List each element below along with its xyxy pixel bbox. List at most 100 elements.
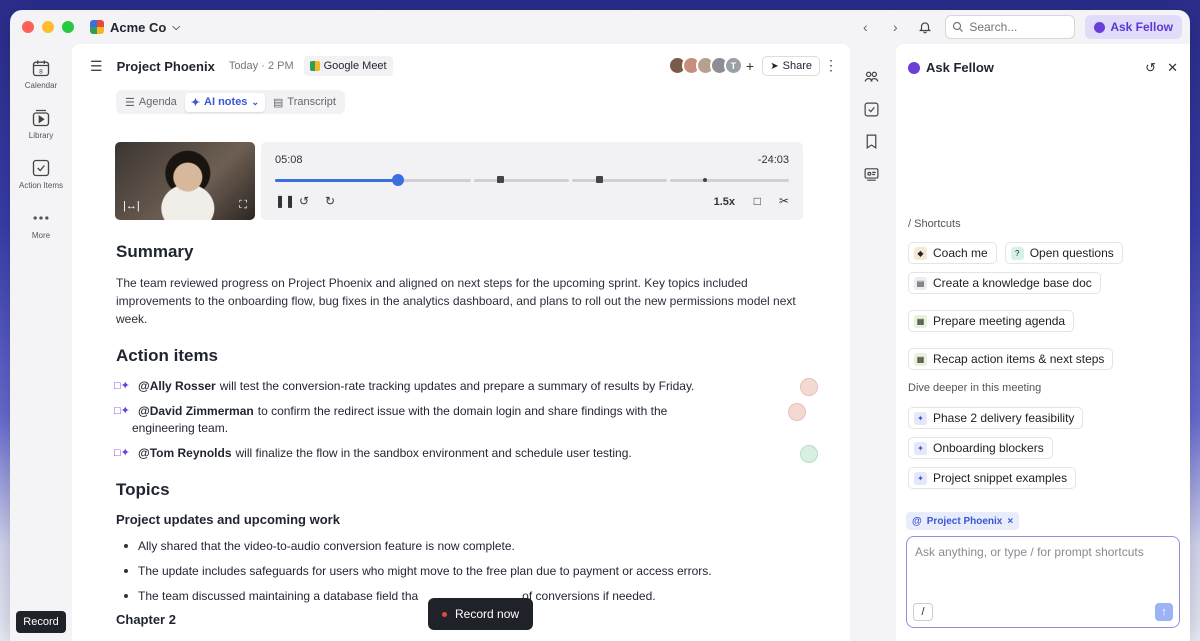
history-icon[interactable]: ↺	[1145, 60, 1156, 76]
ask-input[interactable]	[915, 545, 1173, 595]
workspace-name: Acme Co	[110, 19, 167, 35]
forward-arrow-icon[interactable]: ›	[885, 17, 905, 37]
topics-heading: Topics	[116, 480, 170, 499]
action-item[interactable]: □✦ @Tom Reynolds will finalize the flow i…	[114, 445, 818, 463]
tab-ai-notes[interactable]: ✦ AI notes ⌄	[184, 92, 265, 112]
transcript-icon: ▤	[272, 96, 284, 109]
svg-text:8: 8	[39, 68, 43, 75]
prompt-chip[interactable]: ✦ Project snippet examples	[908, 467, 1077, 489]
calendar-icon: 8	[32, 60, 50, 77]
action-item[interactable]: □✦ @David Zimmerman to confirm the redire…	[114, 403, 806, 437]
expand-horizontal-icon[interactable]: |↔|	[123, 200, 140, 212]
shortcut-knowledge-base-doc[interactable]: ▤ Create a knowledge base doc	[908, 272, 1101, 294]
shortcut-coach-me[interactable]: ◆ Coach me	[908, 242, 997, 264]
back-arrow-icon[interactable]: ‹	[855, 17, 875, 37]
record-now-label: Record now	[455, 607, 520, 621]
chapter-marker[interactable]	[703, 178, 707, 182]
context-chip[interactable]: @ Project Phoenix ×	[906, 512, 1020, 530]
workspace-switcher[interactable]: Acme Co ⌵	[90, 20, 180, 35]
playback-speed[interactable]: 1.5x	[714, 196, 735, 208]
ask-fellow-label: Ask Fellow	[1110, 20, 1173, 34]
ai-sparkle-icon: □✦	[114, 447, 130, 459]
tab-transcript[interactable]: ▤ Transcript	[267, 93, 342, 112]
add-attendee-icon[interactable]: +	[746, 58, 754, 74]
avatar[interactable]	[800, 445, 818, 463]
scissors-icon[interactable]: ✂	[779, 194, 789, 208]
at-icon: @	[912, 515, 922, 527]
assignee[interactable]: @Tom Reynolds	[138, 446, 232, 460]
assignee[interactable]: @David Zimmerman	[138, 404, 254, 418]
notes-body: Summary The team reviewed progress on Pr…	[114, 242, 818, 637]
avatar[interactable]	[800, 378, 818, 396]
prompt-chip[interactable]: ✦ Phase 2 delivery feasibility	[908, 407, 1084, 429]
action-item[interactable]: □✦ @Ally Rosser will test the conversion-…	[114, 378, 818, 396]
captions-icon[interactable]: □	[754, 194, 761, 208]
close-icon[interactable]: ✕	[1167, 60, 1178, 76]
seek-progress	[275, 179, 399, 182]
bell-icon[interactable]	[915, 17, 935, 37]
menu-icon[interactable]: ☰	[90, 58, 103, 75]
rail-label-library: Library	[28, 131, 54, 140]
rail-item-calendar[interactable]: 8 Calendar	[10, 58, 72, 90]
checkbox-icon[interactable]	[863, 101, 880, 118]
sparkle-icon: ✦	[914, 471, 927, 485]
share-button[interactable]: ➤ Share	[762, 56, 820, 76]
send-arrow-icon[interactable]: ↑	[1155, 603, 1173, 621]
seek-handle[interactable]	[392, 174, 405, 186]
seek-bar[interactable]	[275, 174, 789, 186]
shortcut-open-questions[interactable]: ? Open questions	[1004, 242, 1123, 264]
chip-label: Phase 2 delivery feasibility	[933, 411, 1075, 425]
comment-marker-icon[interactable]	[596, 176, 603, 183]
rewind-15-icon[interactable]: ↺	[299, 194, 309, 208]
forward-15-icon[interactable]: ↻	[325, 194, 335, 208]
current-time: 05:08	[275, 154, 303, 166]
meeting-title[interactable]: Project Phoenix	[117, 59, 215, 74]
users-icon[interactable]	[863, 68, 880, 85]
rail-label-action-items: Action Items	[18, 181, 63, 190]
fullscreen-icon[interactable]: ⛶	[239, 199, 247, 212]
chip-label: Create a knowledge base doc	[933, 276, 1092, 290]
record-now-button[interactable]: Record now	[428, 598, 534, 630]
avatar-initial[interactable]: T	[723, 56, 743, 75]
presentation-icon[interactable]	[863, 166, 880, 183]
assignee[interactable]: @Ally Rosser	[138, 379, 216, 393]
search-icon	[953, 21, 964, 32]
more-options-icon[interactable]: ⋮	[824, 57, 838, 74]
slash-shortcut-button[interactable]: /	[913, 603, 933, 621]
video-thumbnail[interactable]: |↔| ⛶	[115, 142, 255, 220]
calendar-icon: ▦	[914, 314, 927, 328]
rail-item-action-items[interactable]: Action Items	[10, 158, 72, 190]
rail-label-calendar: Calendar	[24, 81, 58, 90]
bookmark-icon[interactable]	[863, 133, 880, 150]
record-button[interactable]: Record	[16, 611, 66, 633]
rail-item-more[interactable]: More	[10, 208, 72, 240]
search-box[interactable]	[945, 15, 1076, 39]
ai-sparkle-icon: □✦	[114, 380, 130, 392]
close-window-button[interactable]	[22, 21, 34, 33]
comment-marker-icon[interactable]	[497, 176, 504, 183]
sparkle-icon: ✦	[190, 96, 201, 109]
attendee-avatars[interactable]: T +	[667, 56, 754, 75]
minimize-window-button[interactable]	[42, 21, 54, 33]
rail-item-library[interactable]: Library	[10, 108, 72, 140]
list-item: The update includes safeguards for users…	[116, 562, 816, 580]
ask-fellow-button[interactable]: Ask Fellow	[1085, 15, 1182, 39]
pause-icon[interactable]: ❚❚	[275, 194, 295, 208]
avatar[interactable]	[788, 403, 806, 421]
chip-label: Project snippet examples	[933, 471, 1068, 485]
bullet-text-start: The team discussed maintaining a databas…	[138, 589, 419, 603]
tab-agenda[interactable]: ☰ Agenda	[119, 93, 183, 112]
prompt-chip[interactable]: ✦ Onboarding blockers	[908, 437, 1053, 459]
checkbox-icon	[32, 159, 50, 177]
chevron-down-icon: ⌵	[172, 21, 180, 33]
zoom-window-button[interactable]	[62, 21, 74, 33]
google-meet-link[interactable]: Google Meet	[303, 56, 393, 76]
meeting-time: Today · 2 PM	[228, 60, 294, 72]
shortcut-prepare-agenda[interactable]: ▦ Prepare meeting agenda	[908, 310, 1075, 332]
shortcut-recap-action-items[interactable]: ▦ Recap action items & next steps	[908, 348, 1114, 370]
search-input[interactable]	[969, 20, 1065, 34]
remove-context-icon[interactable]: ×	[1007, 516, 1013, 527]
chevron-down-icon: ⌄	[251, 96, 259, 107]
chip-label: Open questions	[1029, 246, 1114, 260]
chip-label: Coach me	[933, 246, 988, 260]
